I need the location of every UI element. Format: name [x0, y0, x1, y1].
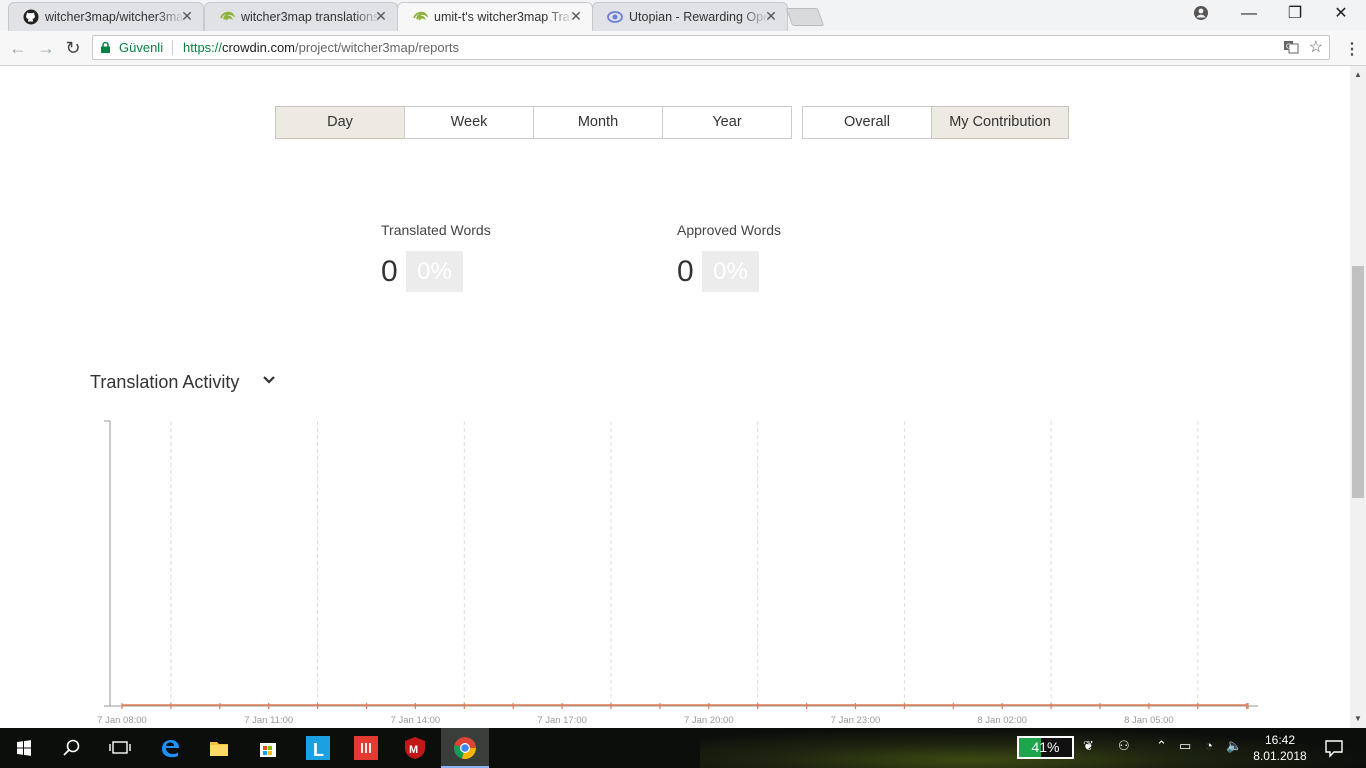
wifi-icon[interactable]: ◔: [1205, 738, 1213, 753]
scrollbar-thumb[interactable]: [1352, 266, 1364, 498]
chevron-down-icon[interactable]: [262, 372, 276, 386]
back-button[interactable]: ←: [8, 38, 28, 58]
svg-text:L: L: [313, 740, 324, 760]
close-icon[interactable]: ✕: [179, 8, 195, 24]
new-tab-button[interactable]: [785, 8, 825, 26]
approved-words-percent: 0%: [702, 251, 759, 292]
menu-icon[interactable]: ⋮: [1344, 39, 1360, 59]
clock-time: 16:42: [1264, 733, 1296, 747]
browser-tab-active[interactable]: umit-t's witcher3map Translation ✕: [397, 2, 593, 31]
close-window-button[interactable]: ✕: [1318, 0, 1364, 29]
browser-toolbar: ← → ↻ Güvenli https://crowdin.com/projec…: [0, 31, 1366, 66]
secure-label: Güvenli: [119, 40, 164, 55]
x-tick-label: 7 Jan 14:00: [391, 715, 441, 726]
svg-text:M: M: [409, 744, 418, 756]
translated-words-value: 0: [381, 255, 398, 288]
file-explorer-icon[interactable]: [203, 732, 235, 764]
clock-date: 8.01.2018: [1253, 749, 1307, 763]
tab-title: witcher3map/witcher3map: [45, 10, 185, 24]
volume-icon[interactable]: 🔈: [1226, 738, 1242, 754]
scope-my-contribution-button[interactable]: My Contribution: [931, 106, 1069, 139]
chrome-icon: [454, 737, 476, 760]
notifications-icon[interactable]: [1318, 732, 1350, 764]
leaf-icon[interactable]: ❦: [1083, 738, 1094, 754]
translate-icon[interactable]: G: [1283, 39, 1299, 55]
task-view-icon[interactable]: [104, 732, 136, 764]
page-scrollbar[interactable]: ▲ ▼: [1350, 66, 1366, 728]
address-bar[interactable]: Güvenli https://crowdin.com/project/witc…: [92, 35, 1330, 60]
power-icon[interactable]: ▭: [1179, 738, 1191, 754]
battery-indicator[interactable]: 41%: [1017, 736, 1074, 759]
app-icon[interactable]: [350, 732, 382, 764]
battery-percent: 41%: [1031, 739, 1060, 755]
crowdin-icon: [413, 11, 428, 21]
search-icon[interactable]: [56, 732, 88, 764]
scroll-down-icon[interactable]: ▼: [1354, 714, 1362, 723]
x-tick-label: 7 Jan 17:00: [537, 715, 587, 726]
lingoes-icon[interactable]: L: [302, 732, 334, 764]
chevron-up-icon[interactable]: ⌃: [1156, 738, 1167, 754]
close-icon[interactable]: ✕: [373, 8, 389, 24]
mcafee-icon[interactable]: M: [399, 732, 431, 764]
x-tick-label: 7 Jan 23:00: [831, 715, 881, 726]
browser-tab[interactable]: witcher3map translations ✕: [204, 2, 398, 31]
browser-tab[interactable]: Utopian - Rewarding Open Source ✕: [592, 2, 788, 31]
scroll-up-icon[interactable]: ▲: [1354, 70, 1362, 79]
tab-title: umit-t's witcher3map Translation: [434, 10, 574, 24]
bookmark-star-icon[interactable]: ☆: [1309, 37, 1323, 57]
report-page: Day Week Month Year Overall My Contribut…: [0, 66, 1350, 728]
github-icon: [23, 9, 39, 25]
tab-title: Utopian - Rewarding Open Source: [629, 10, 769, 24]
url-host: crowdin.com: [222, 40, 295, 55]
browser-tab[interactable]: witcher3map/witcher3map ✕: [8, 2, 204, 31]
tab-title: witcher3map translations: [241, 10, 380, 24]
x-tick-label: 7 Jan 11:00: [244, 715, 293, 726]
period-day-button[interactable]: Day: [275, 106, 405, 139]
x-tick-label: 8 Jan 02:00: [977, 715, 1027, 726]
divider: [172, 40, 173, 55]
people-icon[interactable]: ⚇: [1118, 738, 1130, 754]
forward-button[interactable]: →: [36, 38, 56, 58]
profile-icon[interactable]: [1178, 0, 1224, 29]
x-tick-label: 8 Jan 05:00: [1124, 715, 1174, 726]
translation-activity-chart: 7 Jan 08:00 7 Jan 11:00 7 Jan 14:00 7 Jan 1…: [97, 420, 1258, 726]
x-tick-label: 7 Jan 08:00: [97, 715, 147, 726]
crowdin-icon: [220, 11, 235, 21]
reload-button[interactable]: ↻: [63, 38, 83, 58]
translation-activity-title[interactable]: Translation Activity: [90, 372, 239, 393]
scope-overall-button[interactable]: Overall: [802, 106, 932, 139]
period-month-button[interactable]: Month: [533, 106, 663, 139]
close-icon[interactable]: ✕: [763, 8, 779, 24]
edge-icon[interactable]: [154, 732, 186, 764]
clock[interactable]: 16:42 8.01.2018: [1250, 732, 1310, 764]
restore-button[interactable]: ❐: [1272, 0, 1318, 29]
url-path: /project/witcher3map/reports: [295, 40, 460, 55]
x-tick-label: 7 Jan 20:00: [684, 715, 734, 726]
translated-words-label: Translated Words: [381, 222, 491, 238]
windows-taskbar: L M 41% ❦ ⚇ ⌃ ▭ ◔ 🔈 16:42 8.01.2018: [0, 728, 1366, 768]
chrome-taskbar-button[interactable]: [441, 728, 489, 768]
svg-text:G: G: [1286, 44, 1291, 51]
close-icon[interactable]: ✕: [568, 8, 584, 24]
url-scheme: https://: [183, 40, 223, 55]
tab-strip: witcher3map/witcher3map ✕ witcher3map tr…: [0, 0, 1366, 31]
approved-words-label: Approved Words: [677, 222, 782, 238]
period-year-button[interactable]: Year: [662, 106, 792, 139]
approved-words-value: 0: [677, 255, 694, 288]
lock-icon: [101, 42, 110, 53]
translated-words-percent: 0%: [406, 251, 463, 292]
period-week-button[interactable]: Week: [404, 106, 534, 139]
windows-start-icon[interactable]: [8, 732, 40, 764]
store-icon[interactable]: [252, 732, 284, 764]
minimize-button[interactable]: —: [1226, 0, 1272, 29]
utopian-icon: [607, 11, 623, 23]
url-text: https://crowdin.com/project/witcher3map/…: [183, 40, 459, 55]
